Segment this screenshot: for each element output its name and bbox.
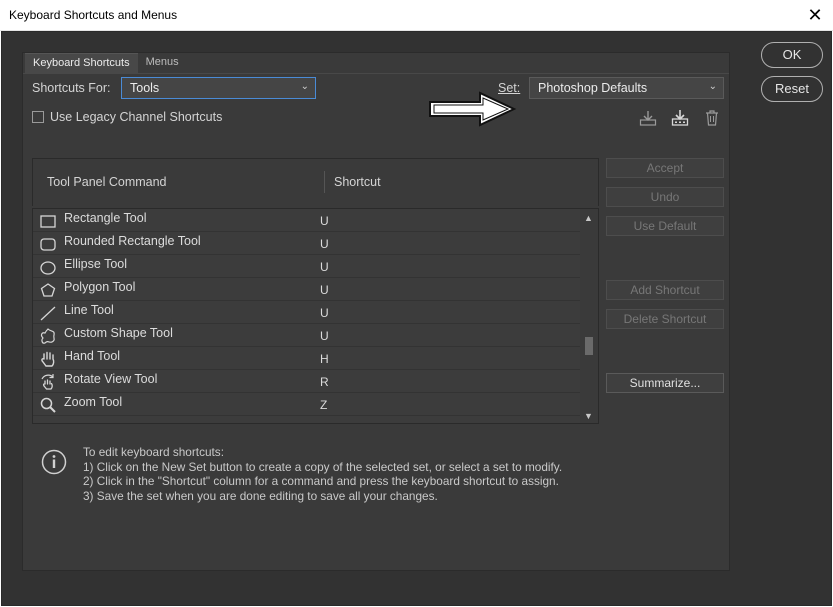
- scroll-up-icon[interactable]: ▲: [584, 213, 593, 223]
- tab-menus[interactable]: Menus: [138, 53, 187, 73]
- tab-divider: [23, 73, 729, 74]
- column-separator: [324, 171, 325, 193]
- command-name: Rounded Rectangle Tool: [64, 234, 201, 248]
- window-title: Keyboard Shortcuts and Menus: [9, 8, 178, 22]
- ok-button[interactable]: OK: [761, 42, 823, 68]
- chevron-down-icon: ⌄: [300, 81, 309, 92]
- shortcuts-for-label: Shortcuts For:: [32, 81, 111, 95]
- line-icon: [40, 306, 56, 321]
- tab-keyboard-shortcuts[interactable]: Keyboard Shortcuts: [25, 53, 138, 73]
- rectangle-icon: [40, 215, 56, 228]
- legacy-channel-checkbox[interactable]: [32, 111, 44, 123]
- shortcut-key[interactable]: U: [320, 214, 329, 228]
- command-name: Line Tool: [64, 303, 114, 317]
- legacy-channel-label: Use Legacy Channel Shortcuts: [50, 110, 223, 124]
- table-row[interactable]: Rotate View Tool R: [33, 370, 580, 393]
- title-bar: Keyboard Shortcuts and Menus ✕: [0, 0, 833, 31]
- shortcut-key[interactable]: R: [320, 375, 329, 389]
- summarize-button[interactable]: Summarize...: [606, 373, 724, 393]
- zoom-icon: [40, 397, 56, 413]
- table-row[interactable]: Polygon Tool U: [33, 278, 580, 301]
- close-icon[interactable]: ✕: [797, 0, 833, 31]
- shortcuts-for-value: Tools: [130, 81, 160, 95]
- rounded-rectangle-icon: [40, 238, 56, 251]
- set-select[interactable]: Photoshop Defaults ⌄: [529, 77, 724, 99]
- table-row[interactable]: Rounded Rectangle Tool U: [33, 232, 580, 255]
- column-header-command: Tool Panel Command: [47, 175, 167, 189]
- column-header-shortcut: Shortcut: [334, 175, 381, 189]
- save-set-icon[interactable]: [639, 109, 657, 127]
- polygon-icon: [40, 283, 56, 297]
- delete-shortcut-button[interactable]: Delete Shortcut: [606, 309, 724, 329]
- command-name: Custom Shape Tool: [64, 326, 173, 340]
- shortcut-key[interactable]: U: [320, 260, 329, 274]
- shortcut-key[interactable]: U: [320, 306, 329, 320]
- add-shortcut-button[interactable]: Add Shortcut: [606, 280, 724, 300]
- shortcuts-panel: Keyboard Shortcuts Menus Shortcuts For: …: [22, 52, 730, 571]
- command-name: Hand Tool: [64, 349, 121, 363]
- shortcut-list[interactable]: Rectangle Tool U Rounded Rectangle Tool …: [32, 208, 599, 424]
- tab-bar: Keyboard Shortcuts Menus: [25, 53, 187, 73]
- table-row[interactable]: Line Tool U: [33, 301, 580, 324]
- command-name: Polygon Tool: [64, 280, 136, 294]
- hand-icon: [41, 351, 55, 367]
- accept-button[interactable]: Accept: [606, 158, 724, 178]
- command-name: Rectangle Tool: [64, 211, 147, 225]
- shortcuts-for-select[interactable]: Tools ⌄: [121, 77, 316, 99]
- shortcut-key[interactable]: Z: [320, 398, 327, 412]
- shortcut-key[interactable]: U: [320, 329, 329, 343]
- help-instructions: To edit keyboard shortcuts: 1) Click on …: [83, 445, 563, 503]
- command-name: Ellipse Tool: [64, 257, 128, 271]
- pointer-arrow-icon: [429, 91, 517, 127]
- rotate-view-icon: [41, 374, 54, 390]
- dialog-body: Keyboard Shortcuts Menus Shortcuts For: …: [1, 31, 832, 606]
- command-name: Zoom Tool: [64, 395, 123, 409]
- table-row[interactable]: Hand Tool H: [33, 347, 580, 370]
- command-name: Rotate View Tool: [64, 372, 158, 386]
- table-row[interactable]: Zoom Tool Z: [33, 393, 580, 416]
- shortcut-key[interactable]: U: [320, 283, 329, 297]
- shortcut-key[interactable]: U: [320, 237, 329, 251]
- scroll-thumb[interactable]: [585, 337, 593, 355]
- chevron-down-icon: ⌄: [708, 81, 717, 92]
- save-as-set-icon[interactable]: [671, 109, 689, 127]
- info-icon: [41, 449, 67, 475]
- ellipse-icon: [40, 261, 56, 275]
- table-row[interactable]: Rectangle Tool U: [33, 209, 580, 232]
- table-row[interactable]: Custom Shape Tool U: [33, 324, 580, 347]
- reset-button[interactable]: Reset: [761, 76, 823, 102]
- undo-button[interactable]: Undo: [606, 187, 724, 207]
- table-row[interactable]: Ellipse Tool U: [33, 255, 580, 278]
- scroll-down-icon[interactable]: ▼: [584, 411, 593, 421]
- delete-set-icon[interactable]: [703, 109, 721, 127]
- list-scrollbar[interactable]: ▲ ▼: [580, 209, 598, 423]
- shortcut-key[interactable]: H: [320, 352, 329, 366]
- set-value: Photoshop Defaults: [538, 81, 648, 95]
- custom-shape-icon: [40, 328, 55, 344]
- use-default-button[interactable]: Use Default: [606, 216, 724, 236]
- table-header: Tool Panel Command Shortcut: [32, 158, 599, 206]
- set-label: Set:: [498, 81, 521, 95]
